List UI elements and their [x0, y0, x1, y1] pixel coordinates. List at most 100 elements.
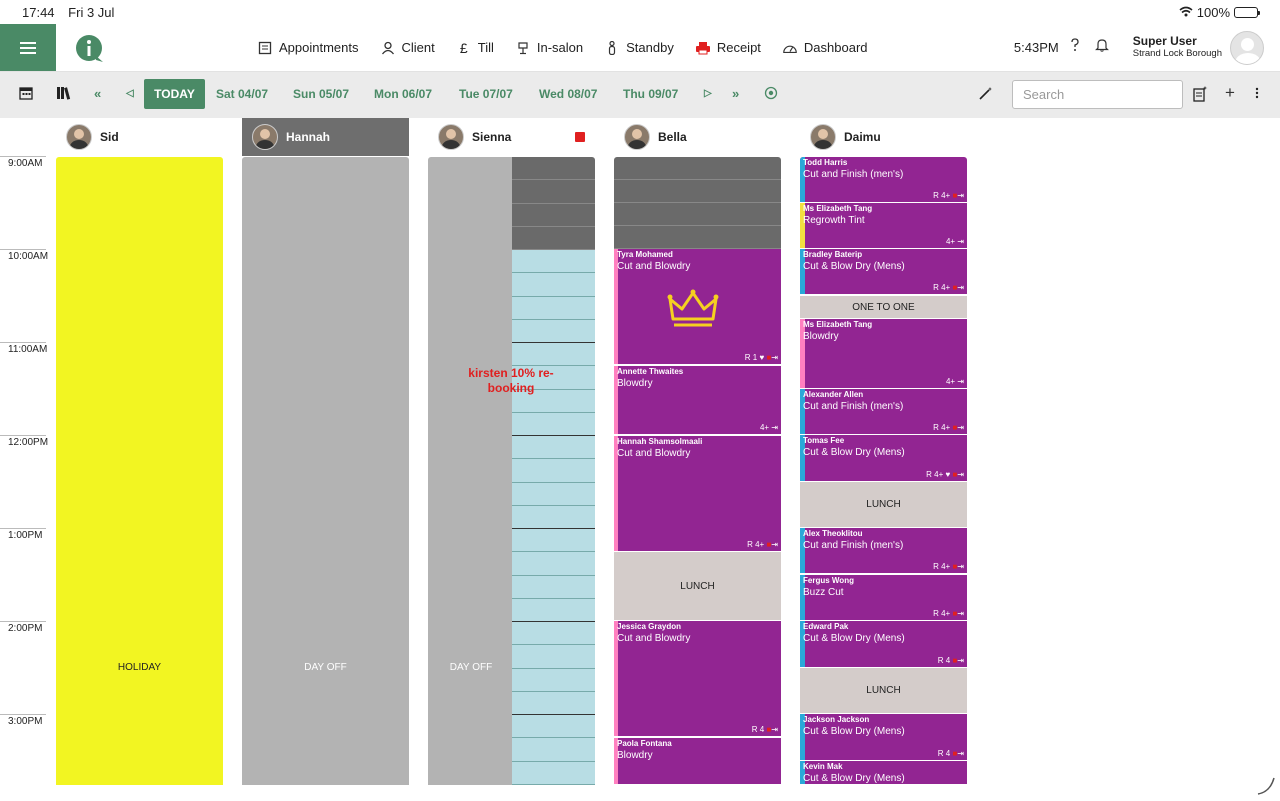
nav-appointments[interactable]: Appointments [257, 40, 359, 56]
date-tab-sat[interactable]: Sat 04/07 [216, 87, 268, 101]
date-tab-wed[interactable]: Wed 08/07 [539, 87, 597, 101]
appointment-block[interactable]: Tomas Fee Cut & Blow Dry (Mens) R 4+ ♥ ■… [800, 435, 967, 482]
available-slot[interactable] [512, 715, 595, 739]
appointment-block[interactable]: Hannah Shamsolmaali Cut and Blowdry R 4+… [614, 436, 781, 552]
sienna-note-text[interactable]: kirsten 10% re-booking [455, 366, 567, 396]
available-slot[interactable] [512, 761, 595, 785]
appointments-book-icon [257, 40, 273, 56]
available-slot[interactable] [512, 296, 595, 320]
available-slot[interactable] [512, 529, 595, 553]
client-name: Jessica Graydon [617, 622, 682, 631]
double-chevron-right-icon[interactable]: » [732, 86, 739, 101]
client-name: Ms Elizabeth Tang [803, 320, 873, 329]
available-slot[interactable] [512, 622, 595, 646]
status-time: 17:44 [22, 5, 55, 20]
appointment-block[interactable]: Edward Pak Cut & Blow Dry (Mens) R 4 ■⇥ [800, 621, 967, 668]
bell-icon[interactable] [1094, 38, 1109, 57]
time-label: 9:00AM [8, 158, 43, 169]
service-name: Cut and Blowdry [617, 448, 691, 459]
available-slot[interactable] [512, 691, 595, 715]
available-slot[interactable] [512, 412, 595, 436]
sid-holiday-block[interactable]: HOLIDAY [56, 157, 223, 785]
service-name: Cut & Blow Dry (Mens) [803, 633, 905, 644]
menu-button[interactable] [0, 24, 56, 71]
staff-hannah[interactable]: Hannah [242, 118, 409, 156]
staff-sienna[interactable]: Sienna [438, 118, 511, 156]
available-slot[interactable] [512, 273, 595, 297]
available-slot[interactable] [512, 668, 595, 692]
appointment-block[interactable]: Jackson Jackson Cut & Blow Dry (Mens) R … [800, 714, 967, 761]
staff-sid[interactable]: Sid [66, 118, 119, 156]
available-slot[interactable] [512, 505, 595, 529]
magic-wand-icon[interactable] [978, 86, 994, 102]
nav-standby[interactable]: Standby [604, 40, 674, 56]
staff-bella[interactable]: Bella [624, 118, 687, 156]
appointment-block[interactable]: Jessica Graydon Cut and Blowdry R 4 ■⇥ [614, 621, 781, 737]
client-name: Jackson Jackson [803, 715, 870, 724]
blocked-slot [614, 226, 781, 249]
nav-client[interactable]: Client [380, 40, 435, 56]
lunch-block[interactable]: LUNCH [800, 668, 967, 714]
available-slot[interactable] [512, 645, 595, 669]
target-icon[interactable] [763, 86, 779, 102]
available-slot[interactable] [512, 738, 595, 762]
more-vertical-icon[interactable] [1249, 86, 1265, 102]
available-slot[interactable] [512, 482, 595, 506]
hannah-day-off-block[interactable]: DAY OFF [242, 157, 409, 785]
appointment-block[interactable]: Todd Harris Cut and Finish (men's) R 4+ … [800, 157, 967, 203]
user-avatar[interactable] [1230, 30, 1264, 65]
lunch-block[interactable]: LUNCH [800, 482, 967, 528]
nav-till[interactable]: £ Till [456, 40, 494, 56]
battery-percent: 100% [1196, 5, 1230, 20]
available-slot[interactable] [512, 319, 595, 343]
plus-icon[interactable]: + [1222, 83, 1238, 102]
nav-dashboard[interactable]: Dashboard [782, 40, 868, 56]
in-salon-chair-icon [515, 40, 531, 56]
appointment-block[interactable]: Annette Thwaites Blowdry 4+ ⇥ [614, 366, 781, 435]
library-icon[interactable] [56, 86, 72, 102]
date-tab-thu[interactable]: Thu 09/07 [623, 87, 678, 101]
appointment-block[interactable]: Ms Elizabeth Tang Regrowth Tint 4+ ⇥ [800, 203, 967, 249]
appointment-block[interactable]: Paola Fontana Blowdry [614, 738, 781, 785]
status-bar: 17:44 Fri 3 Jul 100% [0, 0, 1280, 24]
client-name: Ms Elizabeth Tang [803, 204, 873, 213]
sienna-day-off-block[interactable]: DAY OFF [428, 157, 512, 785]
staff-daimu[interactable]: Daimu [810, 118, 881, 156]
double-chevron-left-icon[interactable]: « [94, 86, 101, 101]
appointment-block[interactable]: Ms Elizabeth Tang Blowdry 4+ ⇥ [800, 319, 967, 389]
available-slot[interactable] [512, 343, 595, 367]
today-button[interactable]: TODAY [144, 79, 205, 109]
nav-label: Till [477, 40, 494, 55]
date-tab-sun[interactable]: Sun 05/07 [293, 87, 349, 101]
chevron-right-icon[interactable]: ▷ [704, 88, 712, 99]
available-slot[interactable] [512, 598, 595, 622]
available-slot[interactable] [512, 250, 595, 274]
resize-handle-icon[interactable] [1256, 776, 1276, 801]
appointment-block[interactable]: Bradley Baterip Cut & Blow Dry (Mens) R … [800, 249, 967, 295]
appointment-block[interactable]: Tyra Mohamed Cut and Blowdry R 1 ♥ ■⇥ [614, 249, 781, 365]
add-note-icon[interactable] [1192, 86, 1208, 102]
client-name: Hannah Shamsolmaali [617, 437, 703, 446]
nav-in-salon[interactable]: In-salon [515, 40, 583, 56]
one-to-one-block[interactable]: ONE TO ONE [800, 296, 967, 319]
chevron-left-icon[interactable]: ◁ [126, 88, 134, 99]
search-input[interactable] [1012, 80, 1183, 109]
nav-receipt[interactable]: Receipt [695, 40, 761, 56]
date-tab-tue[interactable]: Tue 07/07 [459, 87, 513, 101]
note-flag-icon[interactable] [575, 132, 585, 142]
date-tab-mon[interactable]: Mon 06/07 [374, 87, 432, 101]
available-slot[interactable] [512, 575, 595, 599]
appointment-block[interactable]: Fergus Wong Buzz Cut R 4+ ■⇥ [800, 575, 967, 621]
service-name: Cut & Blow Dry (Mens) [803, 773, 905, 784]
appointment-block[interactable]: Kevin Mak Cut & Blow Dry (Mens) [800, 761, 967, 785]
available-slot[interactable] [512, 459, 595, 483]
available-slot[interactable] [512, 436, 595, 460]
service-name: Cut and Finish (men's) [803, 540, 904, 551]
available-slot[interactable] [512, 552, 595, 576]
calendar-icon[interactable] [18, 86, 34, 102]
help-icon[interactable] [1069, 38, 1081, 57]
user-info[interactable]: Super User Strand Lock Borough [1133, 34, 1222, 60]
appointment-block[interactable]: Alex Theoklitou Cut and Finish (men's) R… [800, 528, 967, 574]
appointment-block[interactable]: Alexander Allen Cut and Finish (men's) R… [800, 389, 967, 435]
lunch-block[interactable]: LUNCH [614, 552, 781, 621]
